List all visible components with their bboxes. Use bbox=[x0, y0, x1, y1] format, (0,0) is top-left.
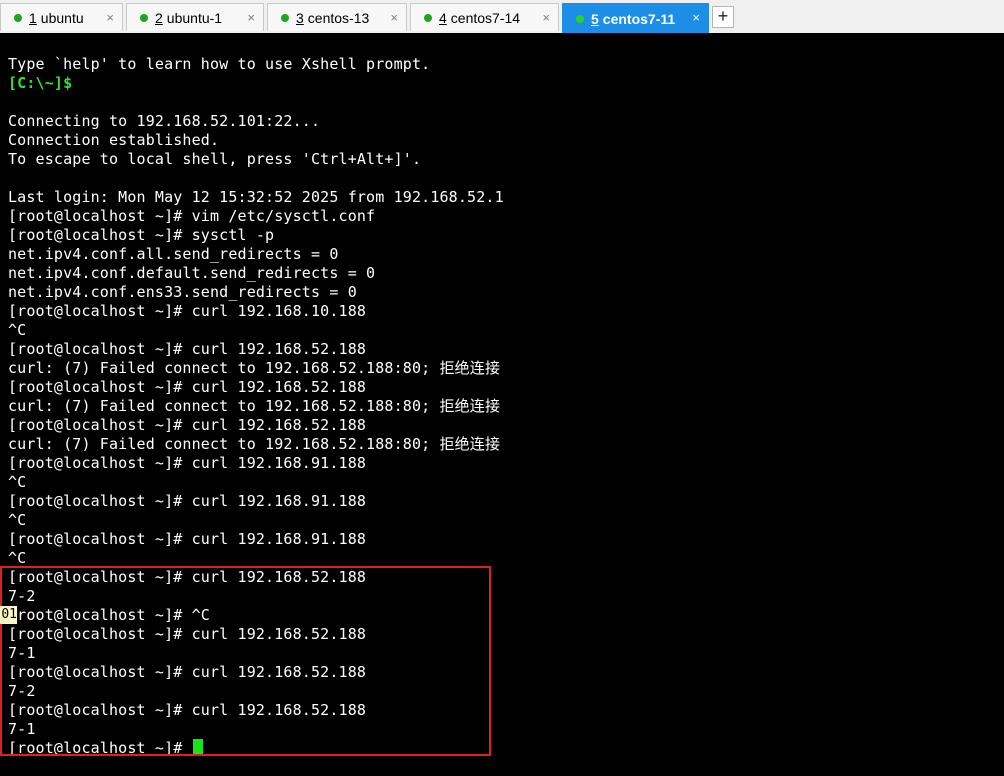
close-icon[interactable]: × bbox=[542, 10, 550, 25]
terminal-line: [root@localhost ~]# curl 192.168.91.188 bbox=[8, 492, 367, 510]
tab-number: 3 bbox=[296, 9, 304, 26]
terminal-line: ^C bbox=[8, 511, 27, 529]
tab-label: centos7-11 bbox=[602, 10, 676, 27]
terminal-line: net.ipv4.conf.all.send_redirects = 0 bbox=[8, 245, 339, 263]
tab-number: 2 bbox=[155, 9, 163, 26]
terminal-line: [root@localhost ~]# vim /etc/sysctl.conf bbox=[8, 207, 376, 225]
terminal-line: curl: (7) Failed connect to 192.168.52.1… bbox=[8, 435, 501, 453]
terminal-line: [root@localhost ~]# curl 192.168.91.188 bbox=[8, 530, 367, 548]
highlight-box bbox=[0, 566, 491, 756]
terminal-line: Type `help' to learn how to use Xshell p… bbox=[8, 55, 431, 73]
terminal-line: net.ipv4.conf.default.send_redirects = 0 bbox=[8, 264, 376, 282]
connected-status-icon bbox=[576, 14, 584, 23]
terminal-output[interactable]: Type `help' to learn how to use Xshell p… bbox=[0, 33, 1004, 776]
tab-ubuntu[interactable]: 1 ubuntu × bbox=[0, 3, 123, 31]
tab-ubuntu-1[interactable]: 2 ubuntu-1 × bbox=[126, 3, 264, 31]
terminal-line: curl: (7) Failed connect to 192.168.52.1… bbox=[8, 397, 501, 415]
terminal-line: [root@localhost ~]# sysctl -p bbox=[8, 226, 275, 244]
tab-label: centos-13 bbox=[307, 9, 370, 26]
tab-label: ubuntu bbox=[40, 9, 84, 26]
terminal-line: Connection established. bbox=[8, 131, 220, 149]
connected-status-icon bbox=[424, 13, 432, 22]
terminal-line: Connecting to 192.168.52.101:22... bbox=[8, 112, 321, 130]
tab-label: centos7-14 bbox=[450, 9, 521, 26]
close-icon[interactable]: × bbox=[106, 10, 114, 25]
add-tab-button[interactable]: + bbox=[712, 6, 734, 28]
terminal-line: [root@localhost ~]# curl 192.168.52.188 bbox=[8, 378, 367, 396]
tab-number: 4 bbox=[439, 9, 447, 26]
tab-number: 1 bbox=[29, 9, 37, 26]
terminal-line: ^C bbox=[8, 473, 27, 491]
terminal-line: curl: (7) Failed connect to 192.168.52.1… bbox=[8, 359, 501, 377]
close-icon[interactable]: × bbox=[390, 10, 398, 25]
close-icon[interactable]: × bbox=[692, 10, 700, 25]
terminal-line: To escape to local shell, press 'Ctrl+Al… bbox=[8, 150, 422, 168]
tab-bar: 1 ubuntu × 2 ubuntu-1 × 3 centos-13 × 4 … bbox=[0, 0, 1004, 34]
tab-number: 5 bbox=[591, 10, 599, 27]
line-marker: 01 bbox=[0, 606, 17, 624]
close-icon[interactable]: × bbox=[247, 10, 255, 25]
local-shell-prompt: [C:\~]$ bbox=[8, 74, 73, 92]
terminal-line: [root@localhost ~]# curl 192.168.91.188 bbox=[8, 454, 367, 472]
terminal-line: [root@localhost ~]# curl 192.168.10.188 bbox=[8, 302, 367, 320]
terminal-line: [root@localhost ~]# curl 192.168.52.188 bbox=[8, 416, 367, 434]
tab-centos7-14[interactable]: 4 centos7-14 × bbox=[410, 3, 559, 31]
terminal-line: [root@localhost ~]# curl 192.168.52.188 bbox=[8, 340, 367, 358]
terminal-line: net.ipv4.conf.ens33.send_redirects = 0 bbox=[8, 283, 357, 301]
connected-status-icon bbox=[140, 13, 148, 22]
connected-status-icon bbox=[281, 13, 289, 22]
tab-label: ubuntu-1 bbox=[166, 9, 223, 26]
terminal-line: ^C bbox=[8, 321, 27, 339]
connected-status-icon bbox=[14, 13, 22, 22]
tab-centos-13[interactable]: 3 centos-13 × bbox=[267, 3, 407, 31]
terminal-line: Last login: Mon May 12 15:32:52 2025 fro… bbox=[8, 188, 504, 206]
tab-centos7-11[interactable]: 5 centos7-11 × bbox=[562, 3, 709, 33]
